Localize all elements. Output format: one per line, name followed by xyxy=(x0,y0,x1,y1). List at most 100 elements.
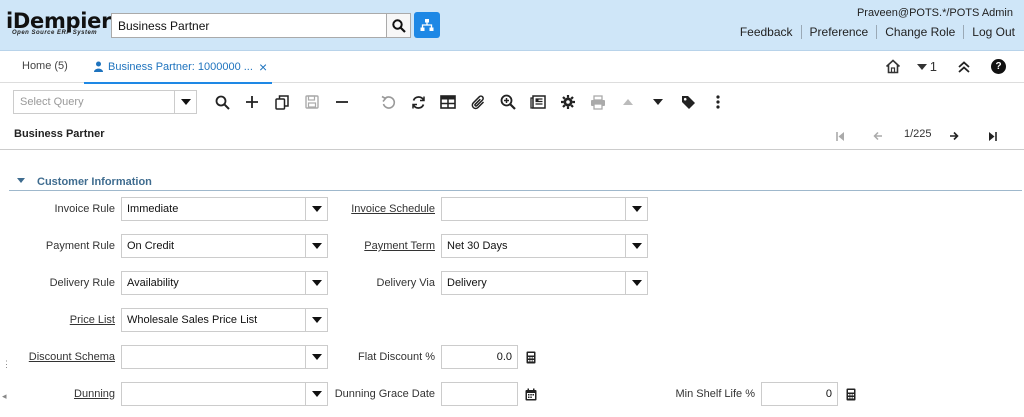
home-button[interactable] xyxy=(885,59,901,74)
tab-home[interactable]: Home (5) xyxy=(22,60,68,72)
dunning-select[interactable] xyxy=(121,382,328,406)
window-list-dropdown[interactable]: 1 xyxy=(916,59,937,74)
report-icon xyxy=(530,95,546,109)
idempiere-logo[interactable]: iDempiere Open Source ERP System xyxy=(6,10,125,36)
help-button[interactable]: ? xyxy=(991,59,1006,74)
delivery-via-label: Delivery Via xyxy=(376,277,436,289)
grid-toggle-icon xyxy=(440,95,456,109)
previous-record-button[interactable] xyxy=(871,129,885,143)
delete-record-button[interactable] xyxy=(333,93,351,111)
dropdown-button[interactable] xyxy=(625,235,647,257)
dunning-label[interactable]: Dunning xyxy=(20,388,115,400)
discount-schema-label[interactable]: Discount Schema xyxy=(14,351,115,363)
copy-record-button[interactable] xyxy=(273,93,291,111)
search-button[interactable] xyxy=(386,13,411,38)
dropdown-button[interactable] xyxy=(305,198,327,220)
attachment-button[interactable] xyxy=(469,93,487,111)
collapse-caret-icon[interactable] xyxy=(17,178,25,183)
arrow-right-icon xyxy=(950,131,959,141)
flat-discount-input[interactable]: 0.0 xyxy=(441,345,518,369)
delivery-via-select[interactable]: Delivery xyxy=(441,271,648,295)
find-button[interactable] xyxy=(213,93,231,111)
refresh-button[interactable] xyxy=(409,93,427,111)
chevron-down-icon xyxy=(653,99,663,105)
tab-business-partner[interactable]: Business Partner: 1000000 ... × xyxy=(84,51,272,84)
change-role-link[interactable]: Change Role xyxy=(877,25,963,39)
menu-tree-button[interactable] xyxy=(414,12,440,38)
help-icon: ? xyxy=(991,59,1006,74)
select-query-dropdown[interactable]: Select Query xyxy=(13,90,197,114)
first-record-button[interactable] xyxy=(833,129,847,143)
dropdown-button[interactable] xyxy=(625,198,647,220)
discount-schema-select[interactable] xyxy=(121,345,328,369)
parent-record-button[interactable] xyxy=(619,93,637,111)
attachment-icon xyxy=(471,94,484,109)
next-record-button[interactable] xyxy=(947,129,961,143)
global-search-input[interactable]: Business Partner xyxy=(111,13,387,38)
section-customer-information[interactable]: Customer Information xyxy=(9,172,1022,191)
dropdown-button[interactable] xyxy=(305,346,327,368)
payment-rule-value: On Credit xyxy=(127,240,175,252)
payment-term-label[interactable]: Payment Term xyxy=(335,240,435,252)
dropdown-button[interactable] xyxy=(174,91,196,113)
search-icon xyxy=(391,18,406,33)
delete-icon xyxy=(336,101,348,103)
min-shelf-life-value: 0 xyxy=(825,388,832,400)
save-icon xyxy=(305,95,319,109)
dropdown-button[interactable] xyxy=(305,235,327,257)
chevron-down-icon xyxy=(311,206,322,212)
logout-link[interactable]: Log Out xyxy=(964,25,1015,39)
app-header: iDempiere Open Source ERP System Busines… xyxy=(0,0,1024,51)
dunning-grace-date-input[interactable] xyxy=(441,382,518,406)
calculator-button[interactable] xyxy=(524,350,538,364)
invoice-schedule-label[interactable]: Invoice Schedule xyxy=(335,203,435,215)
price-list-label[interactable]: Price List xyxy=(20,314,115,326)
tab-tools: 1 ? xyxy=(871,59,1006,74)
splitter-handle[interactable]: ⋮ xyxy=(2,359,11,370)
preference-link[interactable]: Preference xyxy=(802,25,877,39)
print-button[interactable] xyxy=(589,93,607,111)
section-title: Customer Information xyxy=(37,176,152,188)
zoom-across-icon xyxy=(500,94,516,110)
kebab-menu-icon xyxy=(716,95,720,109)
collapse-header-button[interactable] xyxy=(957,60,971,73)
chevron-down-icon xyxy=(631,243,642,249)
dropdown-button[interactable] xyxy=(305,272,327,294)
payment-rule-label: Payment Rule xyxy=(45,240,115,252)
collapse-left-icon[interactable]: ◂ xyxy=(2,391,7,402)
process-button[interactable] xyxy=(559,93,577,111)
flat-discount-value: 0.0 xyxy=(496,351,512,363)
invoice-rule-select[interactable]: Immediate xyxy=(121,197,328,221)
dropdown-button[interactable] xyxy=(625,272,647,294)
chevron-down-icon xyxy=(916,63,927,70)
dropdown-button[interactable] xyxy=(305,383,327,405)
report-button[interactable] xyxy=(529,93,547,111)
zoom-across-button[interactable] xyxy=(499,93,517,111)
price-list-select[interactable]: Wholesale Sales Price List xyxy=(121,308,328,332)
grid-toggle-button[interactable] xyxy=(439,93,457,111)
more-dropdown-button[interactable] xyxy=(649,93,667,111)
new-record-button[interactable] xyxy=(243,93,261,111)
logo-title: iDempiere xyxy=(6,9,126,33)
date-picker-button[interactable] xyxy=(524,387,538,401)
save-button[interactable] xyxy=(303,93,321,111)
min-shelf-life-input[interactable]: 0 xyxy=(761,382,838,406)
payment-term-select[interactable]: Net 30 Days xyxy=(441,234,648,258)
more-options-button[interactable] xyxy=(709,93,727,111)
label-button[interactable] xyxy=(679,93,697,111)
chevron-down-icon xyxy=(311,280,322,286)
invoice-schedule-select[interactable] xyxy=(441,197,648,221)
chevron-down-icon xyxy=(311,317,322,323)
payment-rule-select[interactable]: On Credit xyxy=(121,234,328,258)
delivery-rule-select[interactable]: Availability xyxy=(121,271,328,295)
close-icon[interactable]: × xyxy=(259,59,267,75)
feedback-link[interactable]: Feedback xyxy=(732,25,801,39)
dropdown-button[interactable] xyxy=(305,309,327,331)
invoice-rule-label: Invoice Rule xyxy=(54,203,115,215)
last-record-button[interactable] xyxy=(985,129,999,143)
query-placeholder: Select Query xyxy=(20,96,84,108)
calculator-icon xyxy=(526,351,536,363)
chevron-down-icon xyxy=(631,206,642,212)
undo-button[interactable] xyxy=(379,93,397,111)
calculator-button[interactable] xyxy=(844,387,858,401)
